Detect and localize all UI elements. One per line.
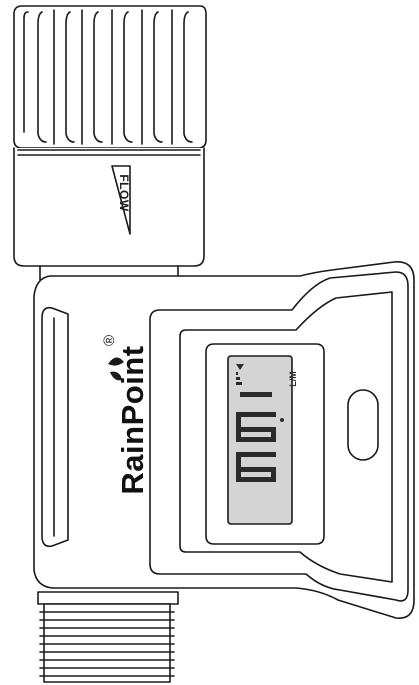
water-flow-meter-illustration [13,5,415,683]
inlet-neck [13,147,205,267]
mode-button[interactable] [347,389,379,461]
flow-direction-label: FLOW [117,174,131,212]
registered-mark: ® [101,334,119,347]
lcd-unit-label: L/M [287,371,298,387]
coupling-nut [13,5,207,149]
outlet-thread [39,603,175,683]
brand-logo: RainPoint [115,345,150,495]
